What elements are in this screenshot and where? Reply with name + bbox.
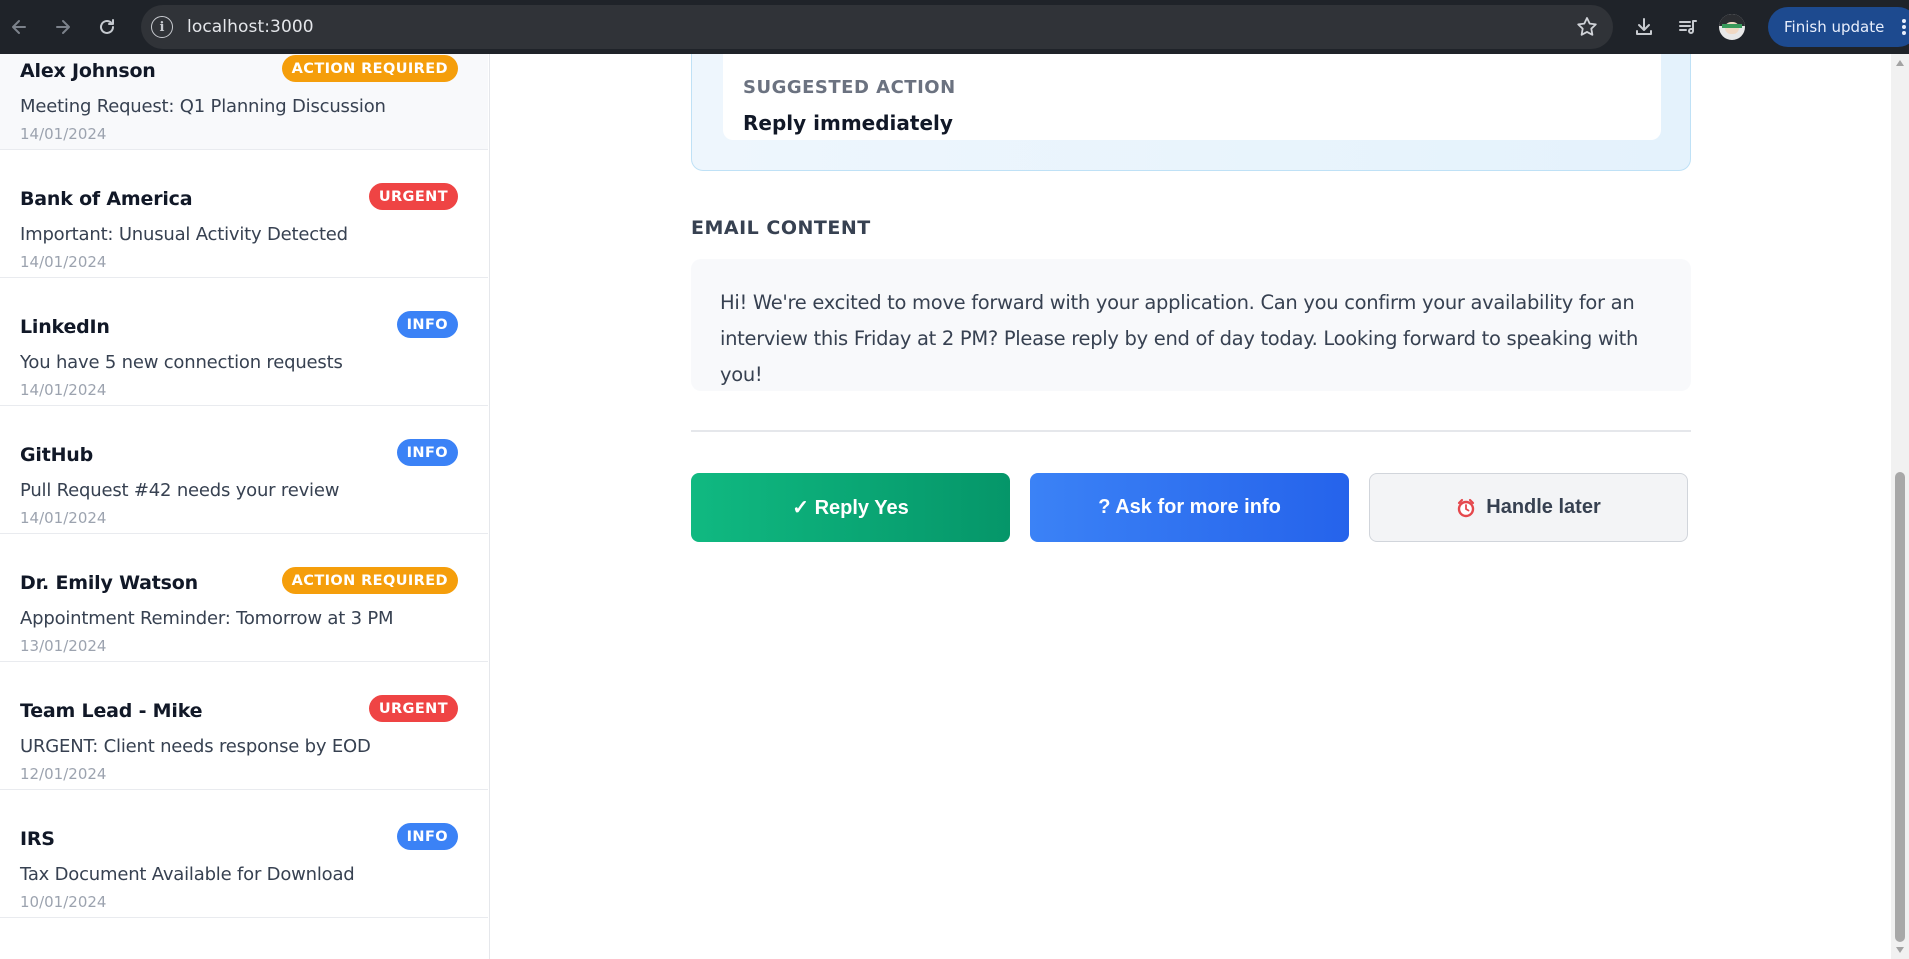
priority-badge: INFO [396, 823, 458, 850]
suggested-action-value: Reply immediately [743, 111, 953, 135]
email-list-item[interactable]: IRS INFO Tax Document Available for Downlo… [0, 790, 488, 918]
email-list-item[interactable]: LinkedIn INFO You have 5 new connection re… [0, 278, 488, 406]
handle-later-button[interactable]: Handle later [1369, 473, 1688, 542]
email-subject: Appointment Reminder: Tomorrow at 3 PM [20, 608, 394, 629]
url-text[interactable]: localhost:3000 [187, 17, 314, 37]
email-list: Alex Johnson ACTION REQUIRED Meeting Reque… [0, 54, 488, 918]
email-sender: Dr. Emily Watson [20, 572, 198, 594]
page-scrollbar[interactable] [1891, 54, 1909, 959]
toolbar-actions: Finish update [1622, 5, 1909, 49]
email-list-item[interactable]: Alex Johnson ACTION REQUIRED Meeting Reque… [0, 54, 488, 150]
reading-list-icon[interactable] [1666, 5, 1710, 49]
kebab-menu-icon[interactable] [1902, 19, 1907, 35]
email-sender: IRS [20, 828, 55, 850]
email-date: 13/01/2024 [20, 637, 107, 655]
address-bar[interactable]: i localhost:3000 [141, 5, 1613, 49]
email-sender: Bank of America [20, 188, 193, 210]
back-arrow-icon[interactable] [0, 8, 38, 46]
profile-avatar[interactable] [1710, 5, 1754, 49]
email-subject: You have 5 new connection requests [20, 352, 343, 373]
email-detail-panel: SUGGESTED ACTION Reply immediately EMAIL… [491, 54, 1891, 959]
email-list-sidebar: Alex Johnson ACTION REQUIRED Meeting Reque… [0, 54, 490, 959]
alarm-clock-icon [1458, 498, 1475, 517]
email-date: 14/01/2024 [20, 509, 107, 527]
bookmark-star-icon[interactable] [1575, 15, 1599, 39]
email-subject: URGENT: Client needs response by EOD [20, 736, 371, 757]
email-content-title: EMAIL CONTENT [691, 217, 871, 239]
email-list-item[interactable]: Bank of America URGENT Important: Unusual … [0, 150, 488, 278]
email-sender: GitHub [20, 444, 94, 466]
priority-badge: ACTION REQUIRED [281, 55, 458, 82]
reply-yes-label: ✓ Reply Yes [792, 497, 909, 519]
action-buttons: ✓ Reply Yes ? Ask for more info Handle l… [691, 473, 1691, 542]
priority-badge: URGENT [368, 183, 458, 210]
finish-update-label: Finish update [1784, 18, 1885, 36]
email-body: Hi! We're excited to move forward with y… [691, 259, 1691, 391]
reply-yes-button[interactable]: ✓ Reply Yes [691, 473, 1010, 542]
browser-toolbar: i localhost:3000 Finish update [0, 0, 1909, 54]
ask-more-info-label: ? Ask for more info [1098, 496, 1281, 518]
download-icon[interactable] [1622, 5, 1666, 49]
priority-badge: URGENT [368, 695, 458, 722]
email-list-item[interactable]: GitHub INFO Pull Request #42 needs your re… [0, 406, 488, 534]
email-date: 14/01/2024 [20, 253, 107, 271]
divider [691, 430, 1691, 432]
email-date: 10/01/2024 [20, 893, 107, 911]
email-date: 14/01/2024 [20, 125, 107, 143]
scroll-up-arrow-icon[interactable] [1895, 58, 1905, 68]
handle-later-label: Handle later [1486, 496, 1601, 518]
ask-more-info-button[interactable]: ? Ask for more info [1030, 473, 1349, 542]
email-list-item[interactable]: Team Lead - Mike URGENT URGENT: Client nee… [0, 662, 488, 790]
email-sender: Team Lead - Mike [20, 700, 203, 722]
email-subject: Pull Request #42 needs your review [20, 480, 340, 501]
email-sender: LinkedIn [20, 316, 110, 338]
email-date: 14/01/2024 [20, 381, 107, 399]
priority-badge: INFO [396, 439, 458, 466]
email-subject: Important: Unusual Activity Detected [20, 224, 348, 245]
email-list-item[interactable]: Dr. Emily Watson ACTION REQUIRED Appointme… [0, 534, 488, 662]
suggested-action-label: SUGGESTED ACTION [743, 77, 956, 98]
site-info-icon[interactable]: i [151, 16, 173, 38]
email-date: 12/01/2024 [20, 765, 107, 783]
email-subject: Meeting Request: Q1 Planning Discussion [20, 96, 386, 117]
reload-icon[interactable] [88, 8, 126, 46]
priority-badge: INFO [396, 311, 458, 338]
scroll-down-arrow-icon[interactable] [1895, 945, 1905, 955]
email-sender: Alex Johnson [20, 60, 156, 82]
page-viewport: Alex Johnson ACTION REQUIRED Meeting Reque… [0, 54, 1909, 959]
scroll-thumb[interactable] [1895, 472, 1905, 942]
email-subject: Tax Document Available for Download [20, 864, 355, 885]
finish-update-button[interactable]: Finish update [1768, 7, 1909, 47]
suggested-action-box: SUGGESTED ACTION Reply immediately [723, 54, 1661, 140]
priority-badge: ACTION REQUIRED [281, 567, 458, 594]
forward-arrow-icon[interactable] [44, 8, 82, 46]
suggested-action-card: SUGGESTED ACTION Reply immediately [691, 54, 1691, 171]
